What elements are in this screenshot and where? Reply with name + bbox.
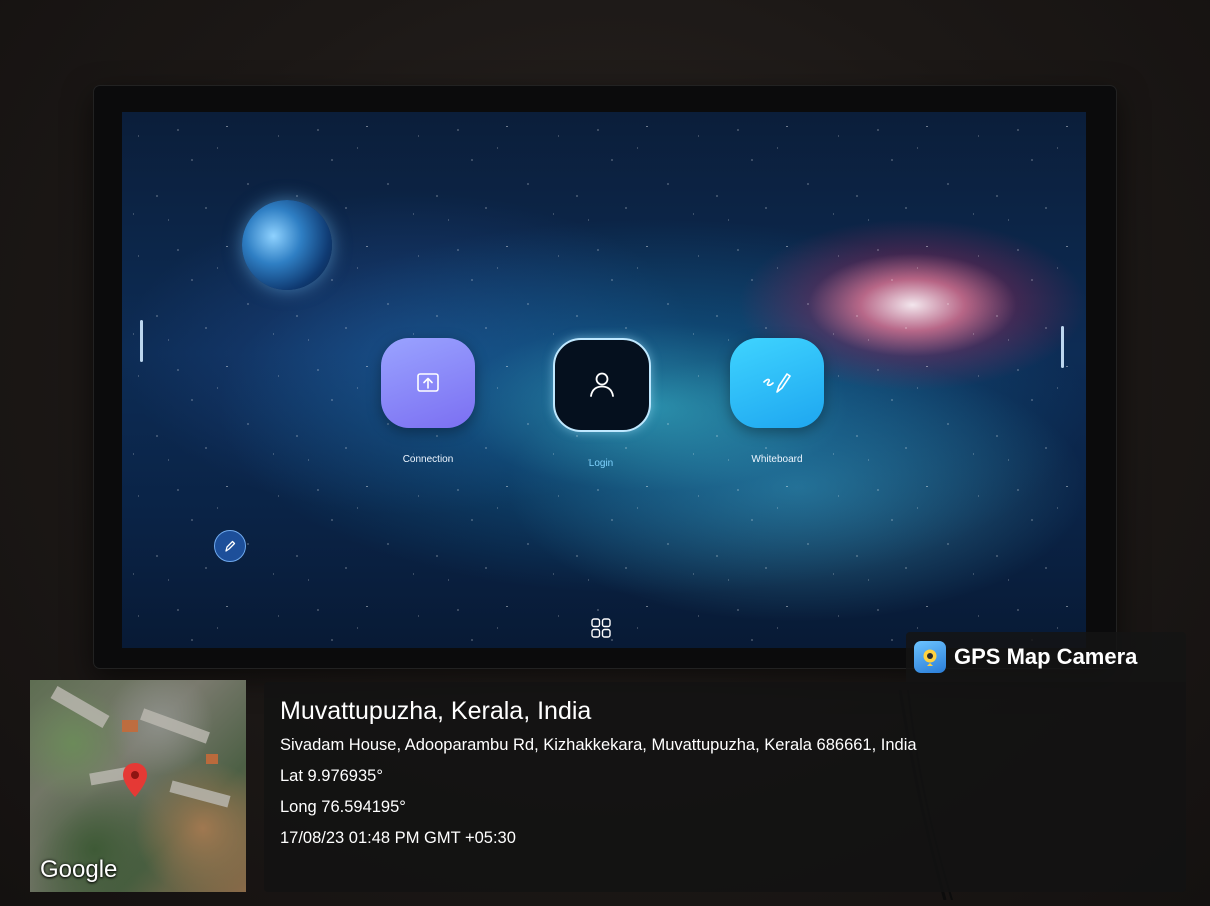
- earth-planet-image: [242, 200, 332, 290]
- cast-screen-icon: [417, 373, 439, 392]
- left-edge-handle[interactable]: [140, 320, 143, 362]
- map-building: [50, 685, 110, 729]
- whiteboard-app[interactable]: Whiteboard: [729, 338, 825, 465]
- map-building: [140, 708, 210, 744]
- address-text: Sivadam House, Adooparambu Rd, Kizhakkek…: [280, 736, 917, 754]
- google-map-brand: Google: [40, 856, 118, 883]
- map-building: [169, 780, 231, 808]
- longitude-text: Long 76.594195°: [280, 798, 406, 816]
- gps-map-camera-badge: GPS Map Camera: [906, 632, 1186, 682]
- connection-label: Connection: [402, 454, 454, 465]
- whiteboard-tile[interactable]: [730, 338, 824, 428]
- map-pin-icon: [123, 763, 147, 797]
- latitude-text: Lat 9.976935°: [280, 767, 383, 785]
- right-edge-handle[interactable]: [1061, 326, 1064, 368]
- login-tile[interactable]: [553, 338, 651, 432]
- connection-app[interactable]: Connection: [380, 338, 476, 465]
- pen-icon: [225, 540, 236, 552]
- connection-tile[interactable]: [381, 338, 475, 428]
- tv-screen: Connection Login Whiteboard: [122, 112, 1086, 648]
- floating-pen-button[interactable]: [214, 530, 246, 562]
- apps-grid-icon[interactable]: [590, 617, 612, 639]
- user-icon: [590, 372, 614, 397]
- login-app[interactable]: Login: [553, 338, 651, 469]
- gps-map-camera-icon: [914, 641, 946, 673]
- map-roof: [206, 754, 218, 764]
- whiteboard-pen-icon: [763, 373, 791, 393]
- login-label: Login: [588, 458, 614, 469]
- gps-map-camera-title: GPS Map Camera: [954, 644, 1138, 669]
- datetime-text: 17/08/23 01:48 PM GMT +05:30: [280, 829, 516, 847]
- satellite-mini-map: Google: [30, 680, 246, 892]
- location-info-panel: Muvattupuzha, Kerala, India Sivadam Hous…: [264, 682, 1186, 892]
- map-roof: [122, 720, 138, 732]
- whiteboard-label: Whiteboard: [751, 454, 803, 465]
- place-name: Muvattupuzha, Kerala, India: [280, 697, 592, 725]
